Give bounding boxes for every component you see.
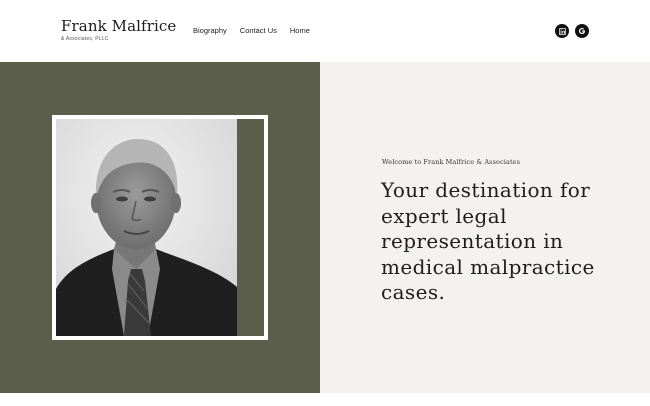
site-header: Frank Malfrice & Associates, PLLC Biogra… [0,0,650,62]
hero-eyebrow: Welcome to Frank Malfrice & Associates [382,158,521,166]
nav-item-biography[interactable]: Biography [193,26,227,35]
brand-name: Frank Malfrice [61,17,177,35]
portrait-photo [56,119,237,336]
linkedin-icon[interactable] [555,24,569,38]
main-nav: Biography Contact Us Home [193,26,310,35]
brand-subtitle: & Associates, PLLC [61,36,109,42]
nav-item-contact-us[interactable]: Contact Us [240,26,277,35]
google-icon[interactable] [575,24,589,38]
logo[interactable]: Frank Malfrice & Associates, PLLC [61,18,176,42]
portrait-background [56,119,264,336]
portrait-frame [52,115,268,340]
nav-item-home[interactable]: Home [290,26,310,35]
hero-headline: Your destination for expert legal repres… [381,178,595,304]
social-links [555,24,589,38]
footer-strip [0,393,650,406]
